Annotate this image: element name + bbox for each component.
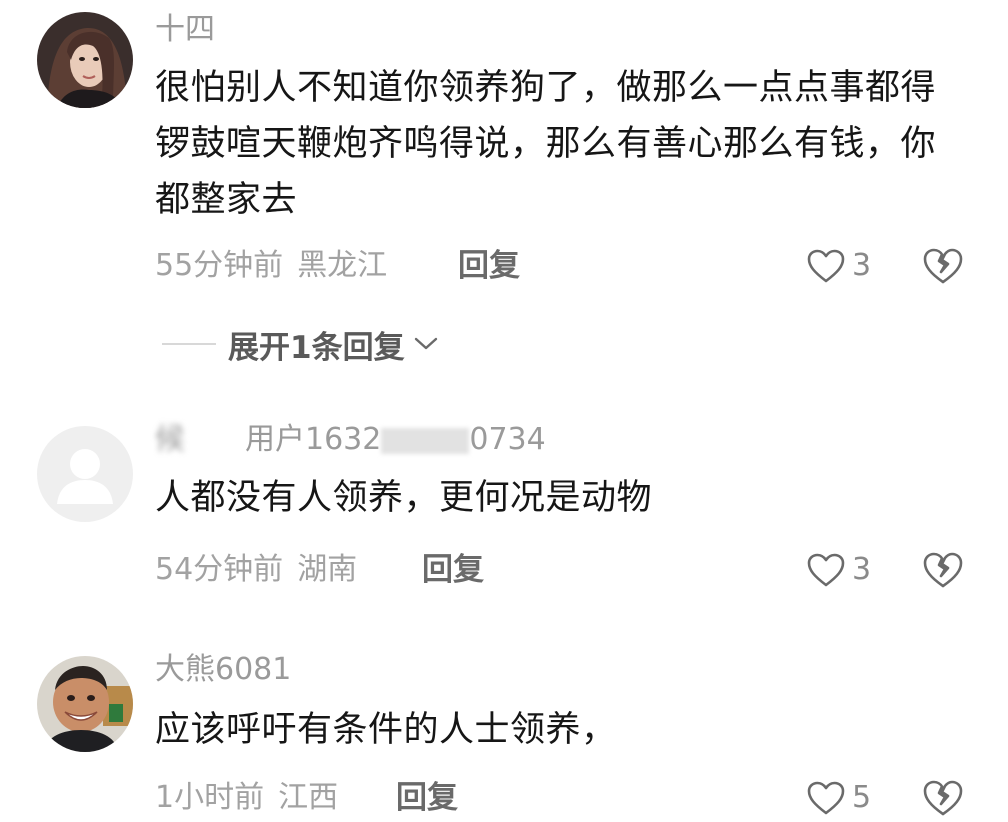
comment-text: 人都没有人领养，更何况是动物 — [155, 478, 653, 518]
like-count: 3 — [852, 552, 872, 587]
heart-outline-icon — [807, 553, 845, 587]
comment-location: 湖南 — [297, 552, 358, 587]
divider-line — [162, 343, 216, 345]
heart-outline-icon — [807, 249, 845, 283]
comment-time: 54分钟前 — [155, 552, 284, 587]
dislike-button[interactable] — [920, 550, 966, 590]
username-blurred-part: 候 — [155, 422, 185, 457]
avatar[interactable] — [37, 426, 133, 522]
default-avatar-icon — [37, 426, 133, 522]
like-count: 5 — [852, 780, 872, 815]
broken-heart-icon — [923, 552, 963, 588]
expand-replies-button[interactable]: 展开1条回复 — [162, 322, 439, 366]
dislike-button[interactable] — [920, 246, 966, 286]
dislike-button[interactable] — [920, 778, 966, 818]
chevron-down-icon — [414, 337, 437, 350]
username[interactable]: 十四 — [155, 12, 215, 48]
comment-location: 黑龙江 — [297, 248, 388, 283]
avatar-image — [37, 12, 133, 108]
comment-meta: 1小时前 江西 — [155, 780, 338, 816]
broken-heart-icon — [923, 780, 963, 816]
avatar[interactable] — [37, 656, 133, 752]
comment-time: 55分钟前 — [155, 248, 284, 283]
reply-button[interactable]: 回复 — [458, 248, 520, 284]
like-button[interactable]: 3 — [806, 246, 871, 286]
comment-item: 大熊6081 应该呼吁有条件的人士领养， 1小时前 江西 回复 5 — [0, 630, 1008, 818]
username[interactable]: 候 用户1632 0734 — [155, 422, 546, 458]
comment-item: 十四 很怕别人不知道你领养狗了，做那么一点点事都得锣鼓喧天鞭炮齐鸣得说，那么有善… — [0, 0, 1008, 400]
comment-time: 1小时前 — [155, 780, 265, 815]
username-redacted — [381, 427, 470, 454]
reply-button[interactable]: 回复 — [422, 552, 484, 588]
like-count: 3 — [852, 248, 872, 283]
like-button[interactable]: 3 — [806, 550, 871, 590]
avatar[interactable] — [37, 12, 133, 108]
heart-outline-icon — [807, 781, 845, 815]
username-visible-part: 用户1632 — [245, 422, 382, 457]
username[interactable]: 大熊6081 — [155, 652, 291, 688]
expand-replies-label: 展开1条回复 — [228, 329, 405, 366]
comment-text: 应该呼吁有条件的人士领养， — [155, 710, 617, 750]
comment-location: 江西 — [278, 780, 339, 815]
comment-text: 很怕别人不知道你领养狗了，做那么一点点事都得锣鼓喧天鞭炮齐鸣得说，那么有善心那么… — [155, 68, 937, 220]
comment-meta: 54分钟前 湖南 — [155, 552, 357, 588]
comment-meta: 55分钟前 黑龙江 — [155, 248, 387, 284]
like-button[interactable]: 5 — [806, 778, 871, 818]
avatar-image — [37, 656, 133, 752]
comment-item: 候 用户1632 0734 人都没有人领养，更何况是动物 54分钟前 湖南 回复 3 — [0, 400, 1008, 630]
broken-heart-icon — [923, 248, 963, 284]
username-visible-part: 0734 — [469, 422, 546, 457]
reply-button[interactable]: 回复 — [396, 780, 458, 816]
